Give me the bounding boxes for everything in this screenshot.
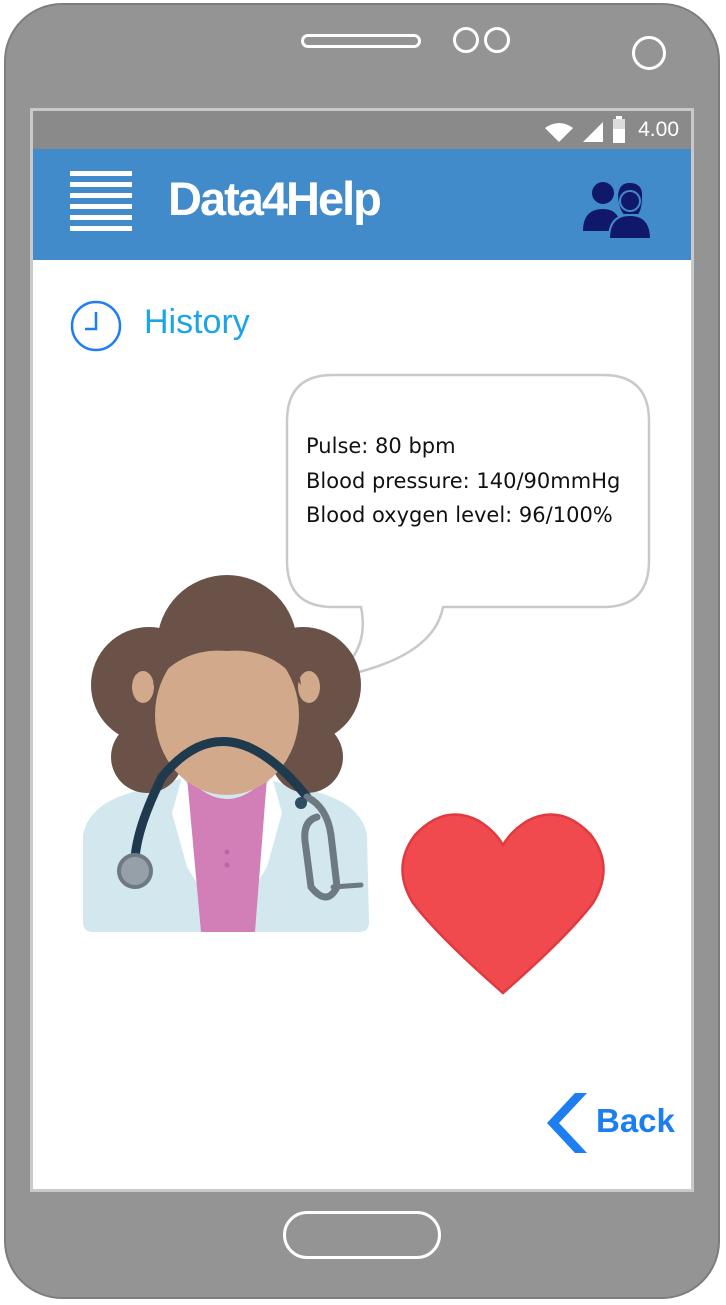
blood-oxygen-reading: Blood oxygen level: 96/100% — [306, 503, 613, 527]
clock-icon — [70, 300, 122, 352]
phone-screen: 4.00 Data4Help History Pulse: 80 bpm Blo… — [30, 108, 694, 1192]
chevron-left-icon — [547, 1093, 587, 1153]
camera-lens-right — [484, 27, 510, 53]
wifi-icon — [545, 123, 573, 142]
battery-icon — [613, 116, 625, 143]
heart-icon — [401, 813, 605, 995]
vitals-readout: Pulse: 80 bpm Blood pressure: 140/90mmHg… — [306, 429, 620, 533]
hamburger-menu-icon[interactable] — [70, 171, 132, 231]
blood-pressure-reading: Blood pressure: 140/90mmHg — [306, 468, 621, 493]
camera-lens-left — [453, 27, 479, 53]
pulse-reading: Pulse: 80 bpm — [306, 434, 456, 458]
home-button[interactable] — [283, 1211, 441, 1259]
back-button[interactable]: Back — [543, 1088, 675, 1158]
status-time: 4.00 — [638, 118, 679, 141]
doctor-avatar — [83, 575, 369, 932]
back-label: Back — [596, 1102, 675, 1139]
status-bar: 4.00 — [33, 111, 691, 149]
app-title: Data4Help — [168, 172, 382, 225]
signal-icon — [583, 122, 603, 142]
phone-sensor — [632, 36, 666, 70]
people-icon[interactable] — [581, 179, 653, 241]
history-label: History — [144, 303, 250, 341]
app-bar: Data4Help — [33, 149, 691, 260]
phone-speaker — [301, 34, 421, 48]
